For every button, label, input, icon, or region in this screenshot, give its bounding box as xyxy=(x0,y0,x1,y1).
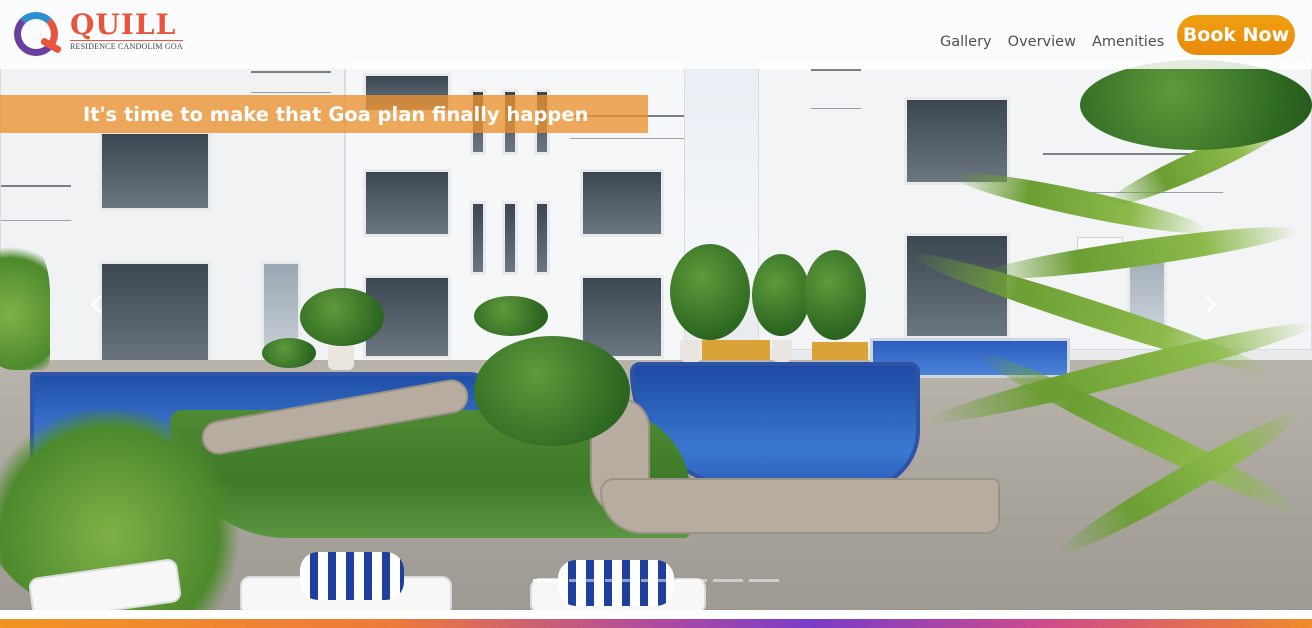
brand-name: QUILL xyxy=(70,8,177,41)
slide-caption: It's time to make that Goa plan finally … xyxy=(83,102,589,126)
nav-gallery[interactable]: Gallery xyxy=(940,34,992,50)
site-header: QUILL RESIDENCE CANDOLIM GOA Gallery Ove… xyxy=(0,0,1312,69)
chevron-right-icon[interactable] xyxy=(1202,294,1216,316)
carousel-indicator[interactable] xyxy=(533,579,563,582)
nav-amenities[interactable]: Amenities xyxy=(1092,34,1164,50)
quill-q-logo-icon xyxy=(14,12,64,58)
carousel-indicator[interactable] xyxy=(677,579,707,582)
carousel-indicator[interactable] xyxy=(641,579,671,582)
book-now-button[interactable]: Book Now xyxy=(1177,15,1295,55)
carousel-indicator[interactable] xyxy=(569,579,599,582)
brand-logo[interactable]: QUILL RESIDENCE CANDOLIM GOA xyxy=(14,8,183,58)
hero-image xyxy=(0,0,1312,610)
nav-overview[interactable]: Overview xyxy=(1008,34,1076,50)
slide-caption-banner: It's time to make that Goa plan finally … xyxy=(0,95,648,133)
carousel-indicator[interactable] xyxy=(749,579,779,582)
gradient-accent-bar xyxy=(0,619,1312,628)
carousel-indicator[interactable] xyxy=(713,579,743,582)
brand-tagline: RESIDENCE CANDOLIM GOA xyxy=(70,40,183,51)
main-nav: Gallery Overview Amenities xyxy=(940,34,1164,50)
chevron-left-icon[interactable] xyxy=(90,294,104,316)
carousel-indicator[interactable] xyxy=(605,579,635,582)
carousel-indicators xyxy=(533,579,779,582)
